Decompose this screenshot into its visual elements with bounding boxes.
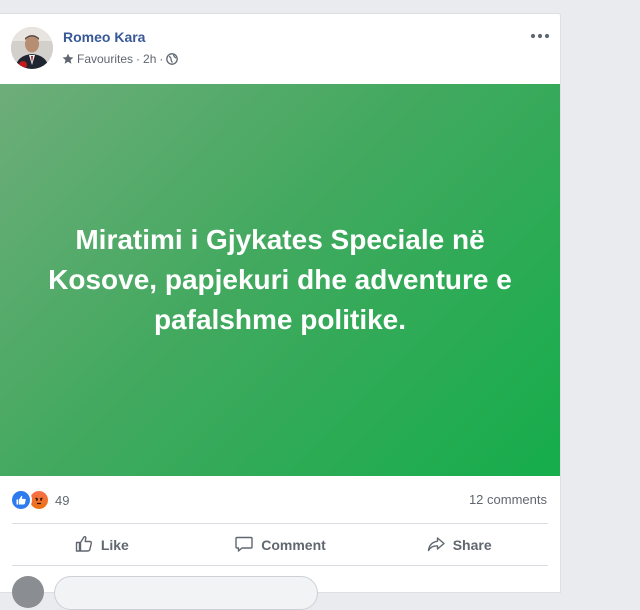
thumbs-up-icon <box>74 534 94 557</box>
post-text: Miratimi i Gjykates Speciale në Kosove, … <box>48 224 512 335</box>
author-name[interactable]: Romeo Kara <box>63 29 145 45</box>
like-label: Like <box>100 537 129 553</box>
divider <box>12 523 548 524</box>
viewer-avatar <box>12 576 44 608</box>
star-icon <box>62 53 74 65</box>
comment-icon <box>234 534 254 557</box>
comment-button[interactable]: Comment <box>191 525 370 565</box>
post-actions: Like Comment Share <box>12 525 548 565</box>
meta-separator: · <box>159 52 164 66</box>
avatar-photo <box>11 27 53 69</box>
globe-icon[interactable] <box>166 53 179 65</box>
comments-count[interactable]: 12 comments <box>469 492 547 507</box>
like-reaction-icon <box>10 489 32 511</box>
more-options-icon[interactable] <box>528 28 552 44</box>
reactions-summary[interactable]: 49 <box>10 489 69 511</box>
reaction-count: 49 <box>55 492 70 508</box>
comment-composer <box>12 576 548 610</box>
comment-label: Comment <box>261 537 326 553</box>
comment-input[interactable] <box>54 576 318 610</box>
share-icon <box>426 534 446 557</box>
feed-post: Romeo Kara Favourites · 2h · Miratimi i … <box>0 13 561 610</box>
share-button[interactable]: Share <box>369 525 548 565</box>
divider <box>12 565 548 566</box>
post-header: Romeo Kara Favourites · 2h · <box>0 14 560 84</box>
like-button[interactable]: Like <box>12 525 191 565</box>
author-avatar[interactable] <box>11 27 53 69</box>
post-meta: Favourites · 2h · <box>62 52 179 66</box>
meta-separator: · <box>136 52 141 66</box>
share-label: Share <box>452 537 492 553</box>
post-time[interactable]: 2h <box>143 52 156 66</box>
post-stats: 49 12 comments <box>0 476 560 524</box>
audience-label[interactable]: Favourites <box>77 52 133 66</box>
post-text-banner: Miratimi i Gjykates Speciale në Kosove, … <box>0 84 560 476</box>
